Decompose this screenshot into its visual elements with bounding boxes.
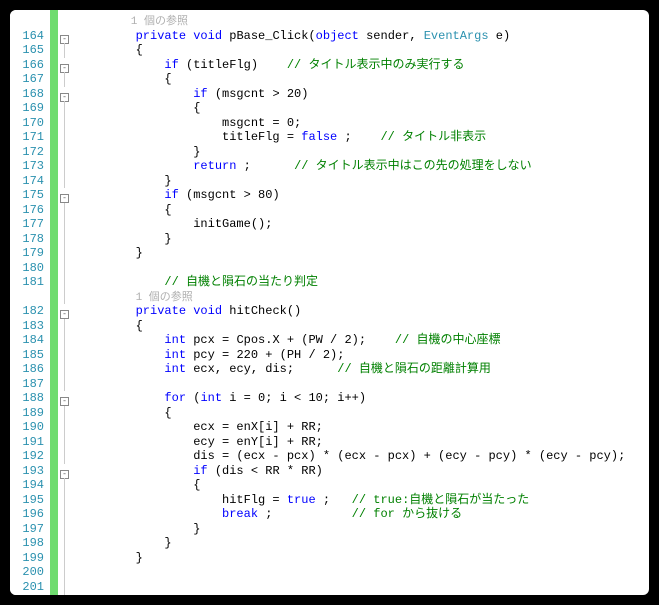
line-number[interactable]: 168 — [10, 87, 44, 102]
code-line[interactable]: private void hitCheck() — [78, 304, 649, 319]
code-line[interactable]: if (msgcnt > 80) — [78, 188, 649, 203]
line-number[interactable]: 164 — [10, 29, 44, 44]
line-number[interactable]: 201 — [10, 580, 44, 595]
code-line[interactable] — [78, 580, 649, 595]
code-line[interactable]: if (dis < RR * RR) — [78, 464, 649, 479]
line-number-gutter[interactable]: 1641651661671681691701711721731741751761… — [10, 10, 48, 595]
line-number[interactable]: 197 — [10, 522, 44, 537]
code-line[interactable]: return ; // タイトル表示中はこの先の処理をしない — [78, 159, 649, 174]
line-number[interactable]: 198 — [10, 536, 44, 551]
line-number[interactable]: 172 — [10, 145, 44, 160]
code-line[interactable]: { — [78, 406, 649, 421]
code-line[interactable]: msgcnt = 0; — [78, 116, 649, 131]
line-number[interactable]: 184 — [10, 333, 44, 348]
code-line[interactable]: dis = (ecx - pcx) * (ecx - pcx) + (ecy -… — [78, 449, 649, 464]
line-number[interactable]: 167 — [10, 72, 44, 87]
line-number[interactable]: 189 — [10, 406, 44, 421]
code-line[interactable]: int ecx, ecy, dis; // 自機と隕石の距離計算用 — [78, 362, 649, 377]
line-number[interactable]: 202 — [10, 594, 44, 595]
code-line[interactable]: } — [78, 246, 649, 261]
code-line[interactable]: { — [78, 101, 649, 116]
line-number[interactable]: 179 — [10, 246, 44, 261]
code-line[interactable]: ecy = enY[i] + RR; — [78, 435, 649, 450]
code-line[interactable]: { — [78, 203, 649, 218]
line-number[interactable]: 174 — [10, 174, 44, 189]
code-line[interactable]: titleFlg = false ; // タイトル非表示 — [78, 130, 649, 145]
code-line[interactable]: private void pBase_Click(object sender, … — [78, 29, 649, 44]
line-number[interactable]: 178 — [10, 232, 44, 247]
line-number[interactable]: 188 — [10, 391, 44, 406]
code-line[interactable]: int pcy = 220 + (PH / 2); — [78, 348, 649, 363]
line-number[interactable]: 195 — [10, 493, 44, 508]
code-line[interactable]: { — [78, 478, 649, 493]
code-line[interactable]: } — [78, 536, 649, 551]
fold-column[interactable]: ------- — [60, 10, 74, 595]
line-number[interactable]: 175 — [10, 188, 44, 203]
line-number[interactable]: 183 — [10, 319, 44, 334]
line-number[interactable]: 171 — [10, 130, 44, 145]
line-number[interactable]: 166 — [10, 58, 44, 73]
code-editor-window: 1641651661671681691701711721731741751761… — [10, 10, 649, 595]
line-number[interactable]: 169 — [10, 101, 44, 116]
line-number[interactable]: 199 — [10, 551, 44, 566]
line-number[interactable]: 173 — [10, 159, 44, 174]
line-number[interactable]: 192 — [10, 449, 44, 464]
code-line[interactable] — [78, 377, 649, 392]
codelens-reference[interactable]: 1 個の参照 — [78, 290, 649, 305]
line-number[interactable]: 190 — [10, 420, 44, 435]
line-number[interactable]: 196 — [10, 507, 44, 522]
code-line[interactable]: ecx = enX[i] + RR; — [78, 420, 649, 435]
code-line[interactable]: int pcx = Cpos.X + (PW / 2); // 自機の中心座標 — [78, 333, 649, 348]
line-number[interactable]: 177 — [10, 217, 44, 232]
code-line[interactable]: if (msgcnt > 20) — [78, 87, 649, 102]
code-line[interactable]: } — [78, 145, 649, 160]
code-line[interactable]: } — [78, 232, 649, 247]
line-number[interactable]: 181 — [10, 275, 44, 290]
line-number[interactable]: 194 — [10, 478, 44, 493]
code-line[interactable]: { — [78, 72, 649, 87]
line-number[interactable]: 170 — [10, 116, 44, 131]
change-marker-column — [50, 10, 58, 595]
code-line[interactable]: { — [78, 43, 649, 58]
line-number[interactable]: 185 — [10, 348, 44, 363]
code-line[interactable]: break ; // for から抜ける — [78, 507, 649, 522]
code-line[interactable]: } — [78, 174, 649, 189]
editor-content: 1641651661671681691701711721731741751761… — [10, 10, 649, 595]
line-number[interactable]: 176 — [10, 203, 44, 218]
code-area[interactable]: 1 個の参照 private void pBase_Click(object s… — [74, 10, 649, 595]
line-number[interactable]: 193 — [10, 464, 44, 479]
code-line[interactable]: } — [78, 522, 649, 537]
line-number[interactable]: 200 — [10, 565, 44, 580]
code-line[interactable]: // 自機と隕石の当たり判定 — [78, 275, 649, 290]
line-number[interactable]: 182 — [10, 304, 44, 319]
code-line[interactable] — [78, 565, 649, 580]
line-number[interactable]: 186 — [10, 362, 44, 377]
line-number[interactable]: 165 — [10, 43, 44, 58]
code-line[interactable]: initGame(); — [78, 217, 649, 232]
code-line[interactable]: { — [78, 319, 649, 334]
code-line[interactable]: } — [78, 551, 649, 566]
code-line[interactable] — [78, 594, 649, 595]
code-line[interactable]: hitFlg = true ; // true:自機と隕石が当たった — [78, 493, 649, 508]
code-line[interactable] — [78, 261, 649, 276]
code-line[interactable]: for (int i = 0; i < 10; i++) — [78, 391, 649, 406]
line-number[interactable]: 187 — [10, 377, 44, 392]
code-line[interactable]: if (titleFlg) // タイトル表示中のみ実行する — [78, 58, 649, 73]
line-number[interactable]: 191 — [10, 435, 44, 450]
line-number[interactable]: 180 — [10, 261, 44, 276]
